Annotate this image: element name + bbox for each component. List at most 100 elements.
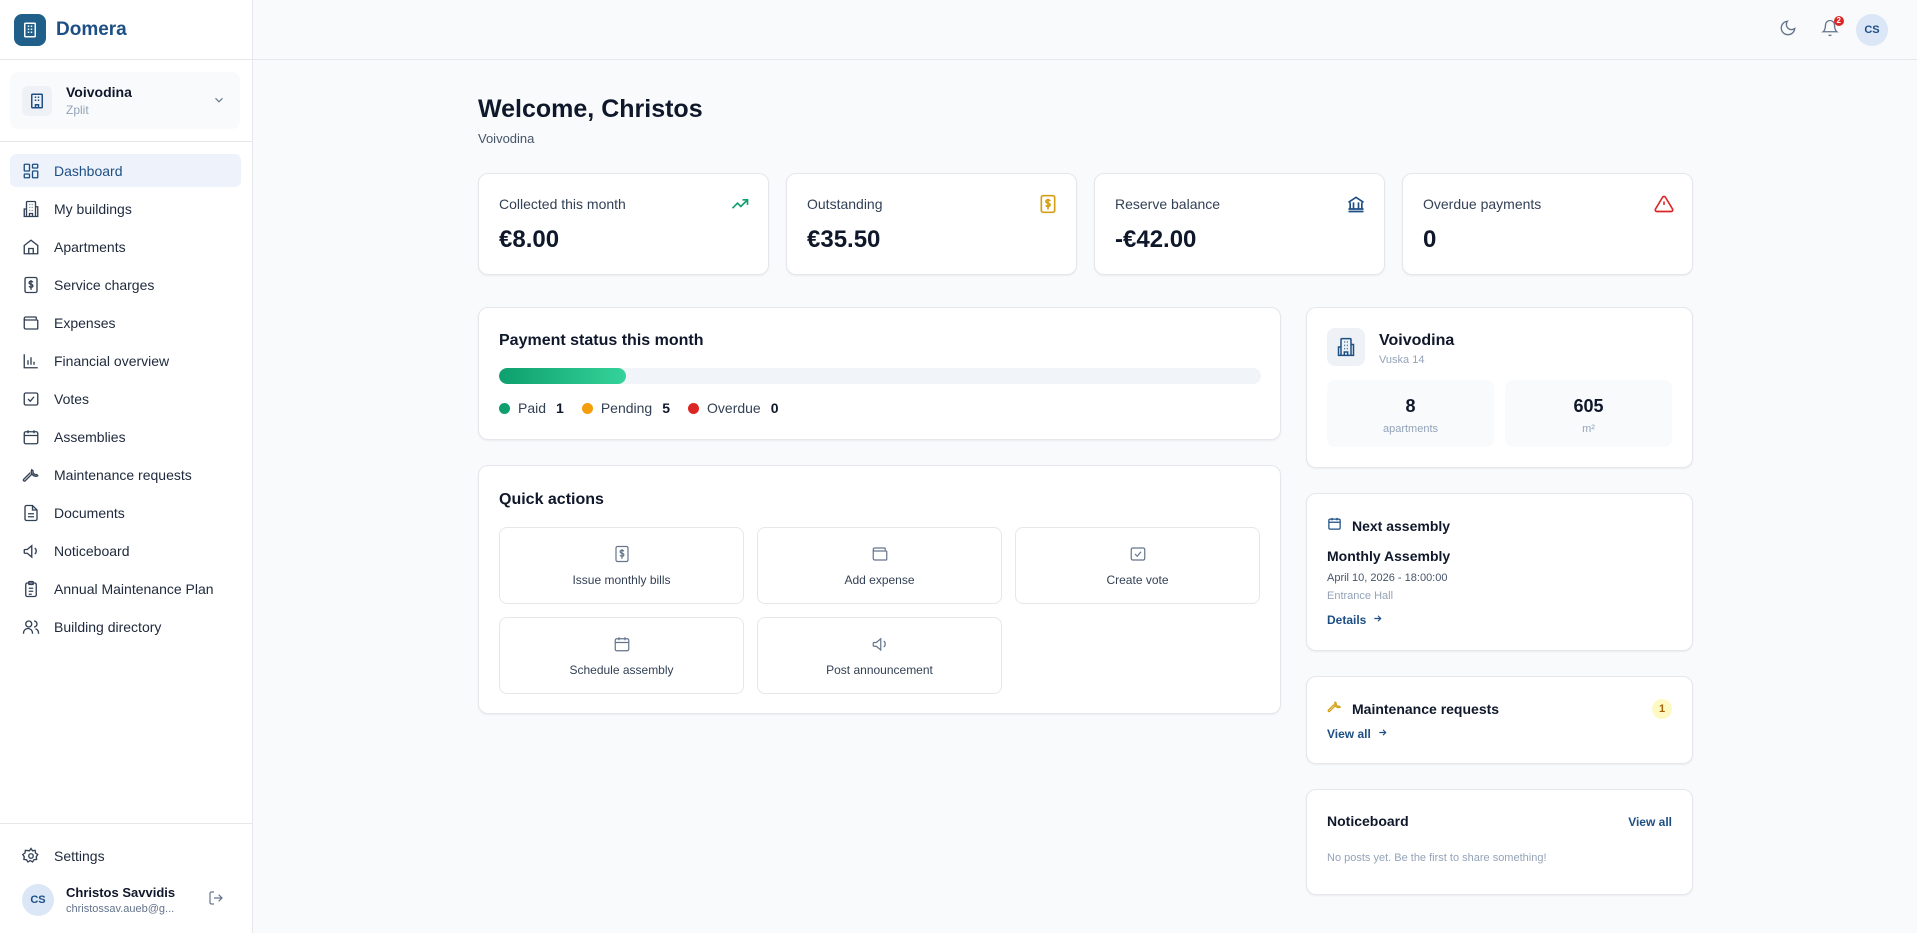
- user-email: christossav.aueb@g...: [66, 903, 175, 915]
- card-title: Maintenance requests: [1352, 701, 1500, 717]
- legend-label: Paid: [518, 400, 547, 416]
- pending-dot: [581, 402, 593, 414]
- stat-value: €35.50: [807, 226, 881, 253]
- assembly-details-link[interactable]: Details: [1327, 613, 1383, 627]
- card-title: Next assembly: [1352, 518, 1451, 534]
- sidebar-item-noticeboard[interactable]: Noticeboard: [10, 534, 241, 567]
- sidebar-item-label: Dashboard: [54, 162, 123, 179]
- noticeboard-view-all-link[interactable]: View all: [1628, 815, 1672, 829]
- paid-dot: [499, 402, 510, 414]
- divider: [0, 823, 253, 824]
- page-title: Welcome, Christos: [478, 95, 703, 123]
- notifications-button[interactable]: 2: [1814, 14, 1846, 46]
- stat-value: €8.00: [499, 226, 560, 253]
- organization-switcher[interactable]: Voivodina Zplit: [10, 72, 240, 129]
- action-label: Post announcement: [826, 662, 933, 677]
- sidebar-item-label: Noticeboard: [54, 542, 130, 559]
- sidebar-item-label: Annual Maintenance Plan: [54, 580, 214, 597]
- legend-count: 5: [662, 400, 671, 416]
- area-metric: 605 m²: [1505, 380, 1672, 447]
- divider: [0, 141, 253, 142]
- gear-icon: [22, 846, 40, 865]
- logout-icon[interactable]: [208, 890, 224, 911]
- sidebar-item-label: Apartments: [54, 238, 126, 255]
- wrench-icon: [22, 466, 40, 484]
- stat-label: Reserve balance: [1115, 196, 1221, 212]
- sidebar: Domera Voivodina Zplit Dashboard My buil…: [0, 0, 253, 933]
- avatar: CS: [22, 884, 54, 916]
- building-card[interactable]: Voivodina Vuska 14 8 apartments 605 m²: [1306, 307, 1693, 468]
- sidebar-item-apartments[interactable]: Apartments: [10, 230, 241, 263]
- sidebar-item-financial-overview[interactable]: Financial overview: [10, 344, 241, 377]
- sidebar-item-label: Votes: [54, 390, 90, 407]
- legend-count: 1: [556, 400, 564, 416]
- apartments-metric: 8 apartments: [1327, 380, 1494, 447]
- assembly-datetime: April 10, 2026 - 18:00:00: [1327, 572, 1448, 584]
- user-profile[interactable]: CS Christos Savvidis christossav.aueb@g.…: [22, 884, 232, 916]
- legend-label: Overdue: [707, 400, 761, 416]
- card-title: Noticeboard: [1327, 813, 1409, 829]
- alert-triangle-icon: [1654, 194, 1674, 214]
- wallet-icon: [871, 545, 889, 563]
- noticeboard-card: Noticeboard View all No posts yet. Be th…: [1306, 789, 1693, 895]
- megaphone-icon: [871, 635, 889, 653]
- chevron-down-icon: [212, 93, 226, 112]
- org-subtitle: Zplit: [66, 103, 89, 117]
- stat-card-overdue-payments: Overdue payments 0: [1402, 173, 1693, 275]
- stat-label: Outstanding: [807, 196, 883, 212]
- sidebar-item-my-buildings[interactable]: My buildings: [10, 192, 241, 225]
- payment-status-card: Payment status this month Paid 1 Pending…: [478, 307, 1281, 440]
- sidebar-item-label: Financial overview: [54, 352, 170, 369]
- sidebar-item-expenses[interactable]: Expenses: [10, 306, 241, 339]
- calendar-icon: [1327, 516, 1342, 536]
- card-title: Quick actions: [499, 491, 604, 508]
- dashboard-icon: [22, 162, 40, 180]
- noticeboard-empty-message: No posts yet. Be the first to share some…: [1327, 852, 1547, 864]
- sidebar-item-votes[interactable]: Votes: [10, 382, 241, 415]
- maintenance-view-all-link[interactable]: View all: [1327, 727, 1388, 741]
- sidebar-item-settings[interactable]: Settings: [10, 839, 241, 872]
- sidebar-item-label: Assemblies: [54, 428, 126, 445]
- add-expense-button[interactable]: Add expense: [757, 527, 1002, 604]
- sidebar-item-label: Building directory: [54, 618, 162, 635]
- assembly-location: Entrance Hall: [1327, 590, 1394, 602]
- megaphone-icon: [22, 542, 40, 560]
- dollar-receipt-icon: [613, 545, 631, 563]
- sidebar-item-label: My buildings: [54, 200, 132, 217]
- sidebar-item-maintenance-requests[interactable]: Maintenance requests: [10, 458, 241, 491]
- create-vote-button[interactable]: Create vote: [1015, 527, 1260, 604]
- sidebar-item-dashboard[interactable]: Dashboard: [10, 154, 241, 187]
- building-logo-icon: [14, 13, 46, 46]
- sidebar-item-documents[interactable]: Documents: [10, 496, 241, 529]
- sidebar-item-service-charges[interactable]: Service charges: [10, 268, 241, 301]
- avatar: CS: [1856, 14, 1888, 46]
- assembly-name: Monthly Assembly: [1327, 548, 1451, 564]
- dark-mode-toggle[interactable]: [1772, 14, 1804, 46]
- trending-up-icon: [730, 194, 750, 214]
- post-announcement-button[interactable]: Post announcement: [757, 617, 1002, 694]
- building-address: Vuska 14: [1379, 354, 1425, 366]
- document-icon: [22, 504, 40, 522]
- app-name: Domera: [56, 18, 127, 40]
- sidebar-item-building-directory[interactable]: Building directory: [10, 610, 241, 643]
- link-label: Details: [1327, 613, 1367, 627]
- wallet-icon: [22, 314, 40, 332]
- brand[interactable]: Domera: [0, 0, 252, 60]
- user-name: Christos Savvidis: [66, 885, 176, 900]
- schedule-assembly-button[interactable]: Schedule assembly: [499, 617, 744, 694]
- bank-icon: [1346, 194, 1366, 214]
- arrow-right-icon: [1372, 613, 1383, 627]
- issue-monthly-bills-button[interactable]: Issue monthly bills: [499, 527, 744, 604]
- buildings-icon: [22, 200, 40, 218]
- arrow-right-icon: [1377, 727, 1388, 741]
- calendar-icon: [613, 635, 631, 653]
- action-label: Create vote: [1106, 572, 1169, 587]
- user-menu-button[interactable]: CS: [1856, 14, 1888, 46]
- sidebar-item-annual-maintenance-plan[interactable]: Annual Maintenance Plan: [10, 572, 241, 605]
- sidebar-item-label: Service charges: [54, 276, 155, 293]
- dollar-receipt-icon: [1038, 194, 1058, 214]
- org-name: Voivodina: [66, 84, 132, 100]
- sidebar-item-assemblies[interactable]: Assemblies: [10, 420, 241, 453]
- clipboard-icon: [22, 580, 40, 598]
- legend-label: Pending: [600, 400, 653, 416]
